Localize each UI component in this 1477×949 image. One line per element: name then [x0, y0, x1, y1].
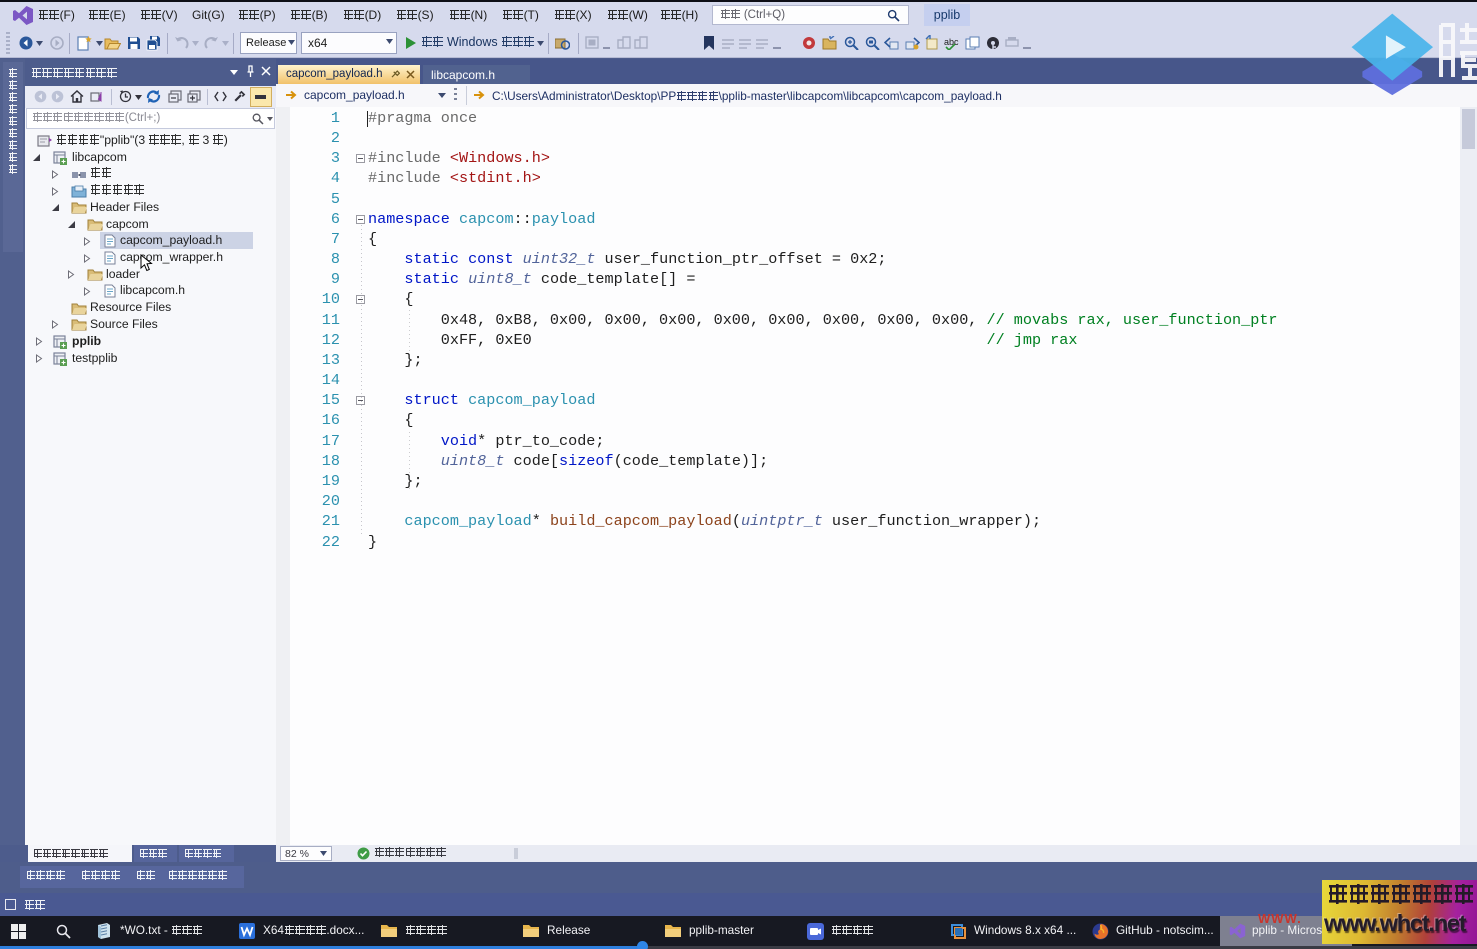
- svg-text:abc: abc: [944, 37, 959, 47]
